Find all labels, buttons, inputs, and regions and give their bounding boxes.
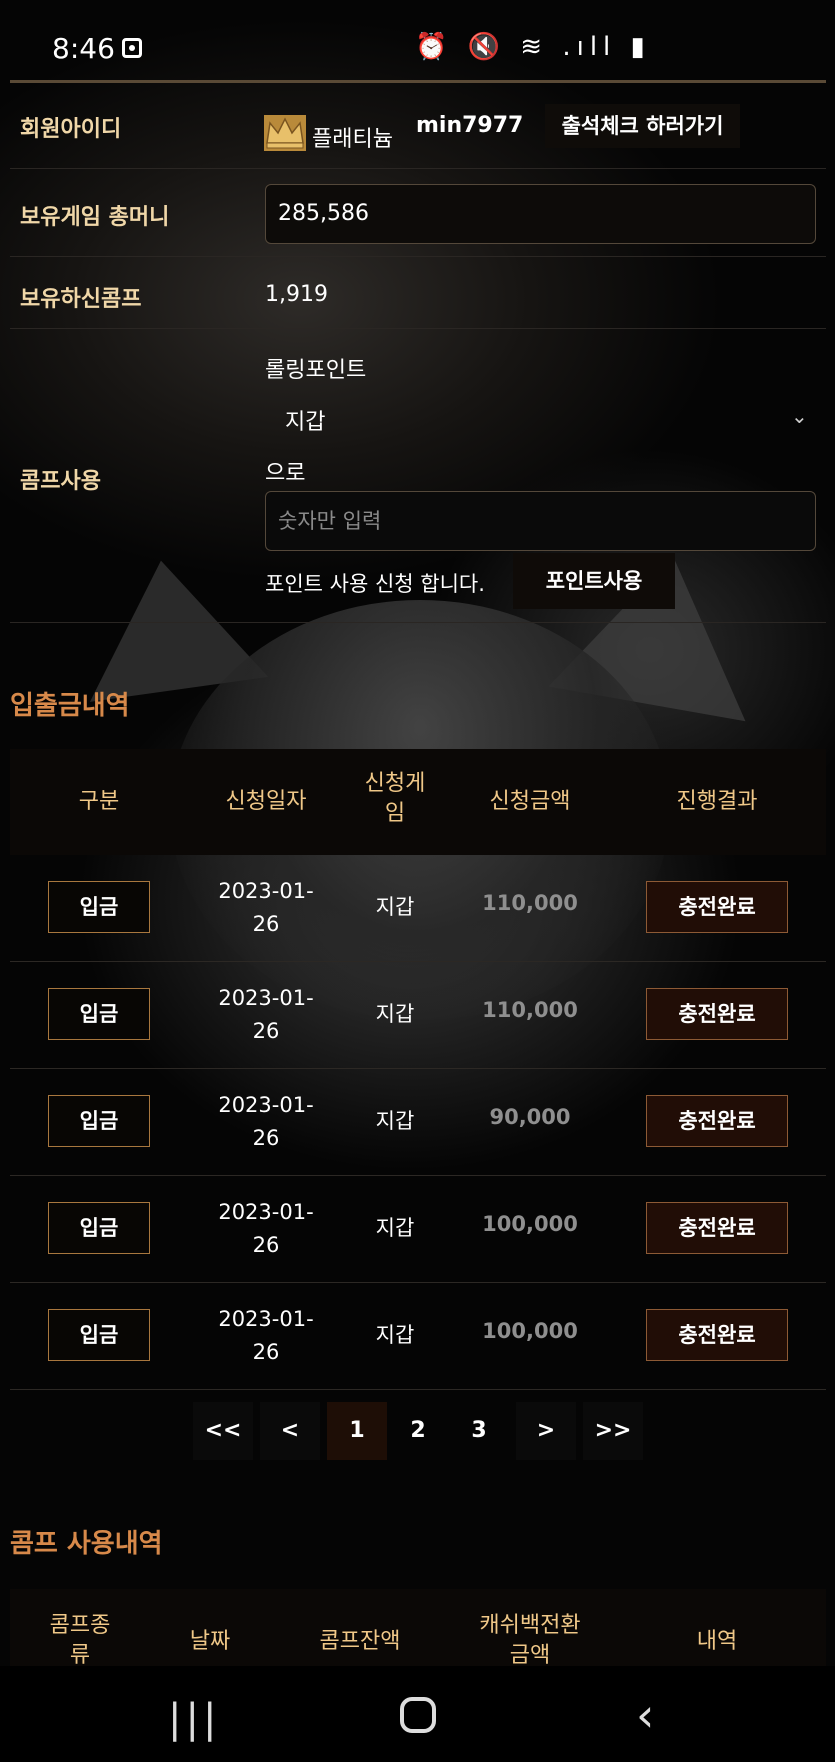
- result-badge: 충전완료: [646, 1202, 788, 1254]
- screenshot-icon: [122, 38, 142, 58]
- game-cell: 지갑: [375, 1323, 415, 1347]
- euro-label: 으로: [265, 461, 306, 486]
- page-2-button[interactable]: 2: [388, 1402, 448, 1460]
- user-id: min7977: [416, 113, 524, 138]
- table-row: 입금 2023-01- 26 지갑 100,000 충전완료: [10, 1176, 826, 1283]
- comp-header-cashback: 캐쉬백전환 금액: [479, 1613, 581, 1668]
- point-apply-text: 포인트 사용 신청 합니다.: [265, 572, 485, 596]
- comp-history-title: 콤프 사용내역: [10, 1529, 163, 1559]
- recent-apps-icon[interactable]: |||: [168, 1696, 220, 1742]
- header-amount: 신청금액: [489, 789, 571, 814]
- member-grade: 플래티늄: [312, 127, 393, 152]
- header-game: 신청게 임: [364, 771, 426, 826]
- game-cell: 지갑: [375, 1216, 415, 1240]
- page-next-button[interactable]: >: [516, 1402, 576, 1460]
- type-badge: 입금: [48, 1202, 150, 1254]
- page-prev-button[interactable]: <: [260, 1402, 320, 1460]
- page-3-button[interactable]: 3: [449, 1402, 509, 1460]
- type-badge: 입금: [48, 1309, 150, 1361]
- status-time: 8:46: [52, 32, 115, 65]
- comp-header-detail: 내역: [696, 1629, 738, 1654]
- comp-table-header: 콤프종 류 날짜 콤프잔액 캐쉬백전환 금액 내역: [10, 1589, 826, 1668]
- attendance-button[interactable]: 출석체크 하러가기: [545, 104, 740, 148]
- result-badge: 충전완료: [646, 1095, 788, 1147]
- rolling-point-label: 롤링포인트: [265, 358, 367, 383]
- amount-cell: 90,000: [489, 1105, 571, 1129]
- comp-header-date: 날짜: [189, 1629, 231, 1654]
- navigation-bar: ||| ‹: [0, 1666, 835, 1762]
- type-badge: 입금: [48, 988, 150, 1040]
- point-amount-input[interactable]: [265, 491, 816, 551]
- type-badge: 입금: [48, 1095, 150, 1147]
- amount-cell: 100,000: [482, 1212, 578, 1236]
- back-icon[interactable]: ‹: [636, 1688, 654, 1742]
- date-cell: 2023-01- 26: [218, 1307, 314, 1364]
- date-cell: 2023-01- 26: [218, 986, 314, 1043]
- table-row: 입금 2023-01- 26 지갑 110,000 충전완료: [10, 855, 826, 962]
- wallet-selected-value: 지갑: [285, 410, 326, 435]
- home-icon[interactable]: [400, 1697, 436, 1733]
- pagination: << < 1 2 3 > >>: [0, 1402, 835, 1460]
- amount-cell: 100,000: [482, 1319, 578, 1343]
- comp-label: 보유하신콤프: [20, 287, 142, 312]
- use-point-button[interactable]: 포인트사용: [513, 553, 675, 609]
- comp-header-balance: 콤프잔액: [319, 1629, 401, 1654]
- header-type: 구분: [78, 789, 120, 814]
- money-value-field: 285,586: [265, 184, 816, 244]
- comp-row: 보유하신콤프: [10, 257, 826, 329]
- chevron-down-icon: ⌄: [791, 404, 808, 428]
- table-row: 입금 2023-01- 26 지갑 100,000 충전완료: [10, 1283, 826, 1390]
- game-cell: 지갑: [375, 895, 415, 919]
- header-date: 신청일자: [225, 789, 307, 814]
- status-bar: 8:46 ⏰ 🔇 ≋ .ıll ▮: [0, 0, 835, 80]
- type-badge: 입금: [48, 881, 150, 933]
- page-last-button[interactable]: >>: [583, 1402, 643, 1460]
- header-result: 진행결과: [676, 789, 758, 814]
- table-row: 입금 2023-01- 26 지갑 110,000 충전완료: [10, 962, 826, 1069]
- comp-value: 1,919: [265, 282, 328, 307]
- comp-header-kind: 콤프종 류: [49, 1613, 111, 1668]
- result-badge: 충전완료: [646, 881, 788, 933]
- game-cell: 지갑: [375, 1109, 415, 1133]
- amount-cell: 110,000: [482, 891, 578, 915]
- money-label: 보유게임 총머니: [20, 205, 170, 230]
- member-id-label: 회원아이디: [20, 117, 122, 142]
- status-icons: ⏰ 🔇 ≋ .ıll ▮: [415, 32, 651, 62]
- deposit-history-title: 입출금내역: [10, 691, 130, 721]
- comp-use-label: 콤프사용: [20, 469, 101, 494]
- crown-icon: [264, 115, 306, 151]
- game-cell: 지갑: [375, 1002, 415, 1026]
- page-first-button[interactable]: <<: [193, 1402, 253, 1460]
- result-badge: 충전완료: [646, 988, 788, 1040]
- amount-cell: 110,000: [482, 998, 578, 1022]
- wallet-select[interactable]: 지갑 ⌄: [265, 396, 816, 440]
- date-cell: 2023-01- 26: [218, 879, 314, 936]
- date-cell: 2023-01- 26: [218, 1093, 314, 1150]
- result-badge: 충전완료: [646, 1309, 788, 1361]
- table-row: 입금 2023-01- 26 지갑 90,000 충전완료: [10, 1069, 826, 1176]
- date-cell: 2023-01- 26: [218, 1200, 314, 1257]
- page-1-button[interactable]: 1: [327, 1402, 387, 1460]
- deposit-table-header: 구분 신청일자 신청게 임 신청금액 진행결과: [10, 749, 826, 855]
